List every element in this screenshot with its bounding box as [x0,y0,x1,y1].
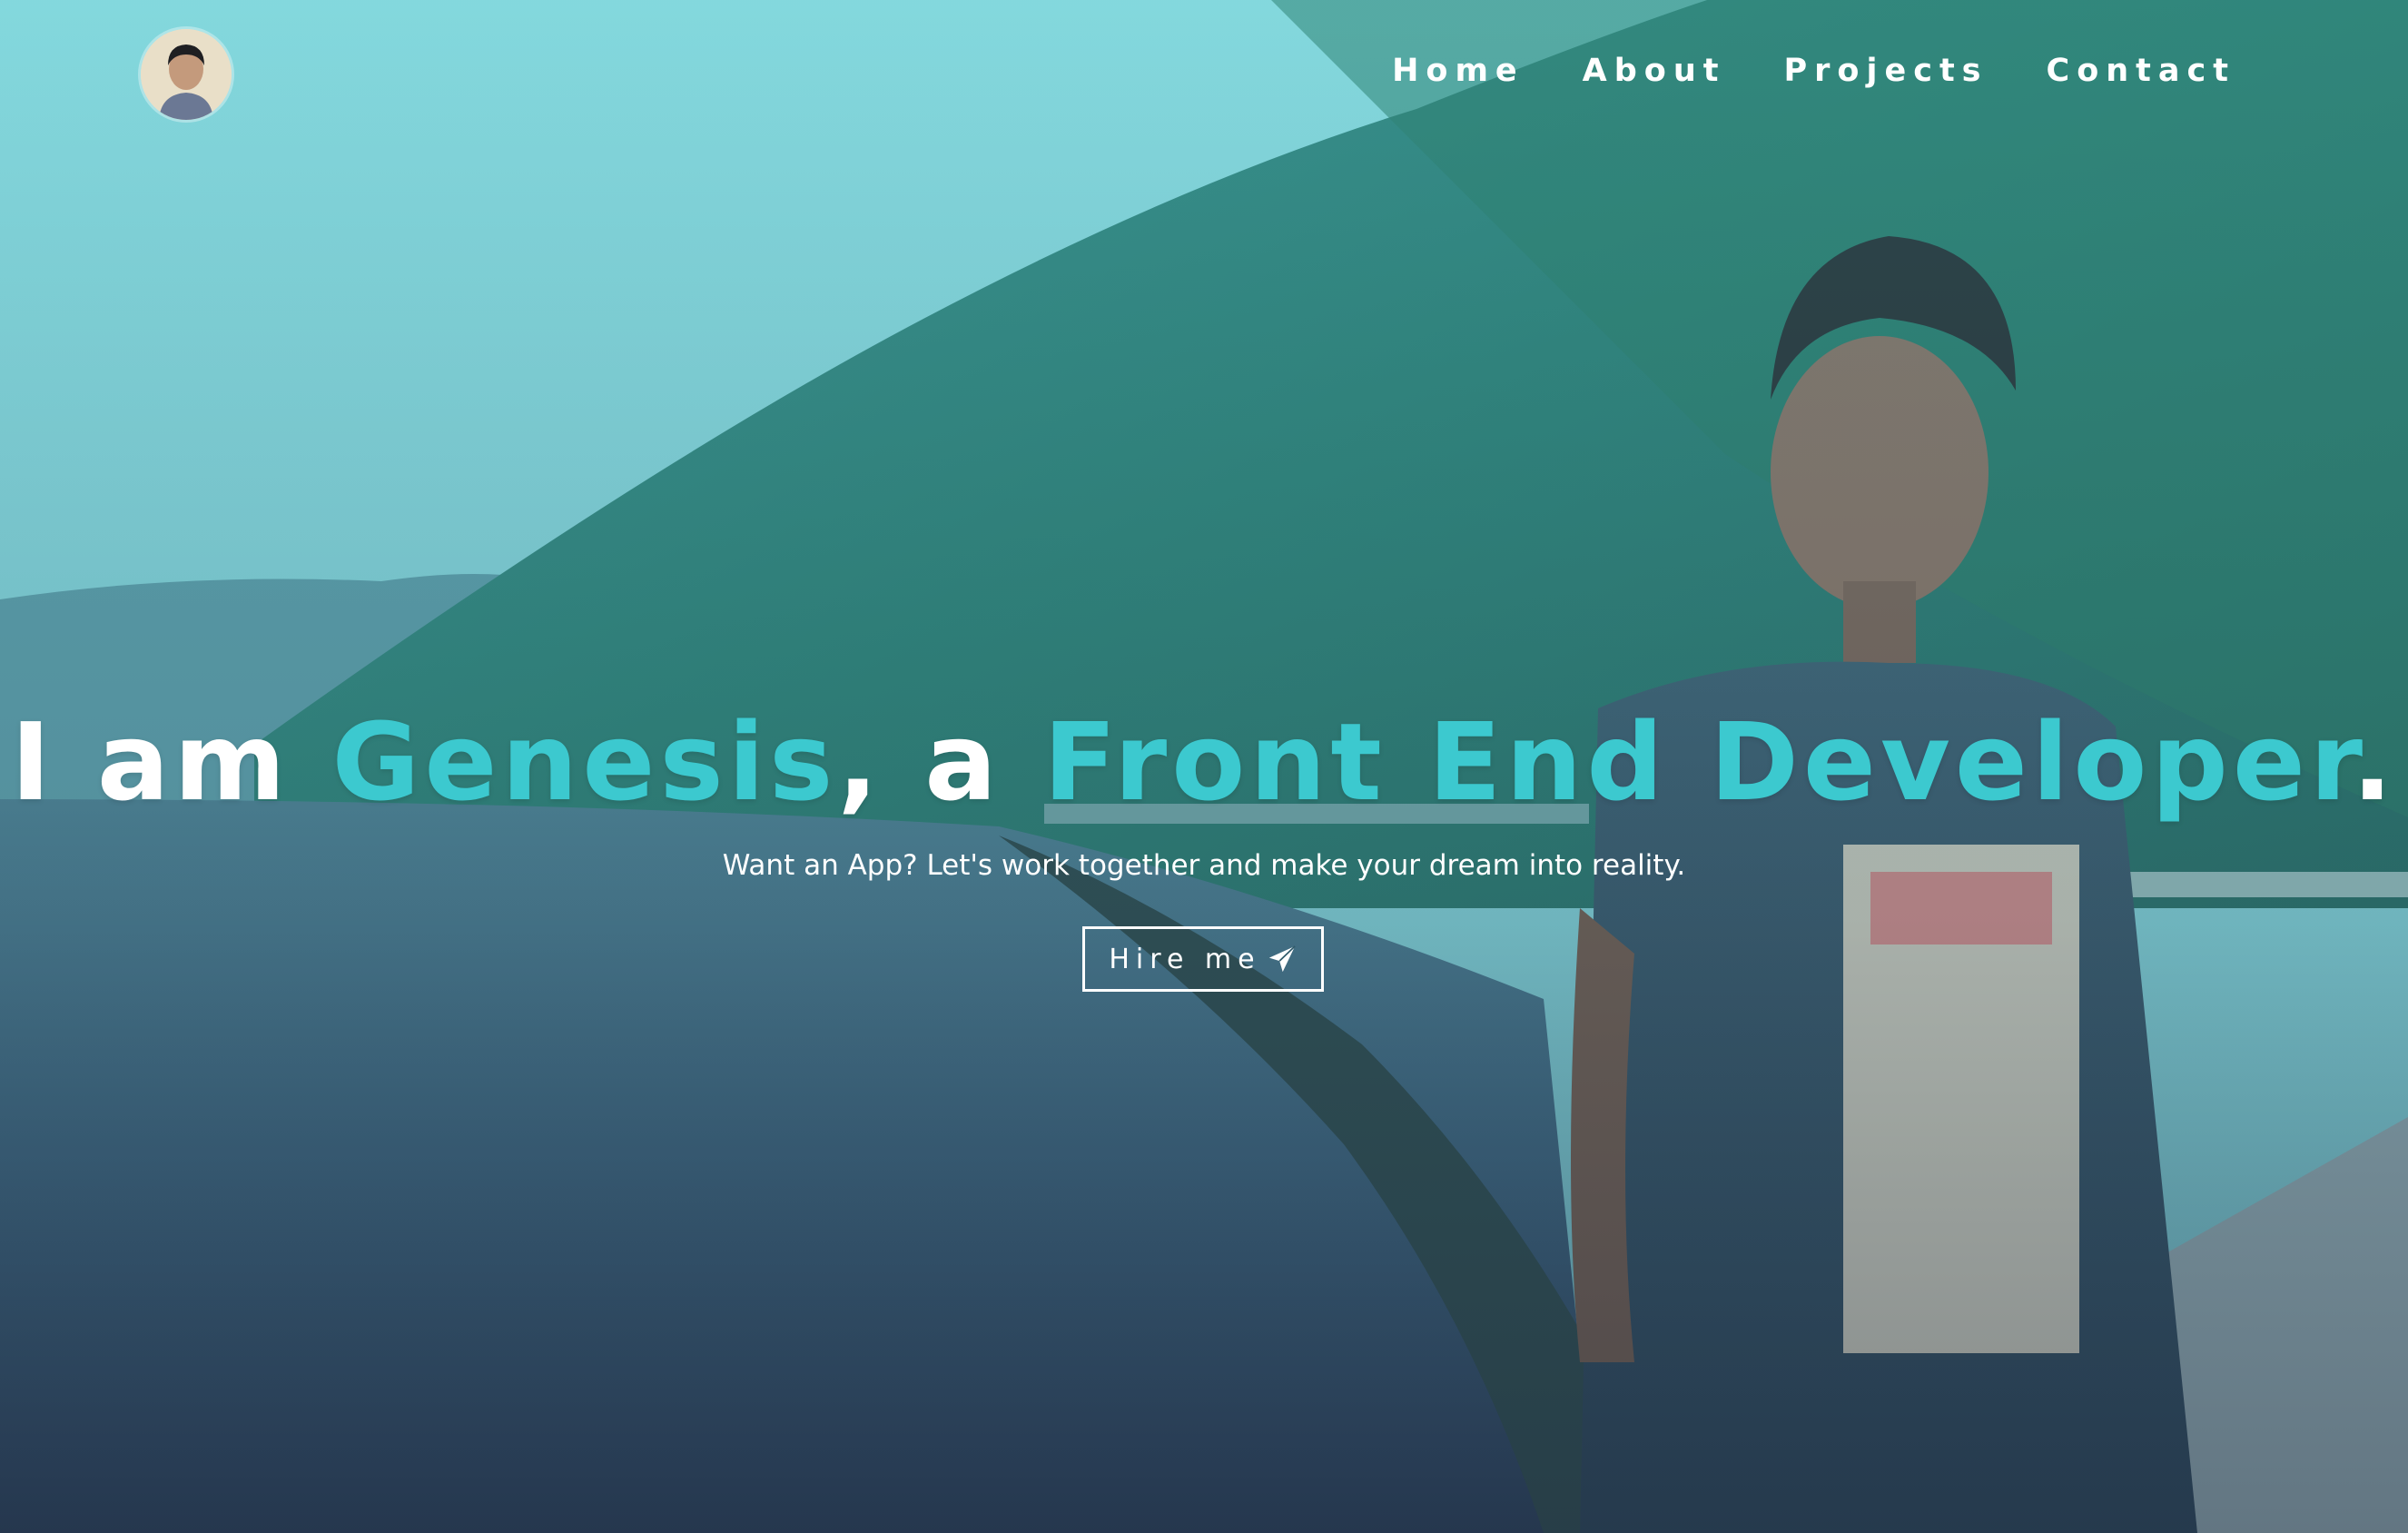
nav-link-about[interactable]: About [1583,53,1726,89]
headline-name: Genesis [331,699,838,825]
nav-link-home[interactable]: Home [1392,53,1525,89]
hire-me-button[interactable]: Hire me [1082,926,1324,992]
paper-plane-icon [1267,944,1298,974]
headline-intro-text: I am [10,699,332,825]
headline-connector-text: , a [837,699,1043,825]
hero-subtitle: Want an App? Let's work together and mak… [722,849,1686,882]
headline-role: Front End Developer [1043,699,2353,825]
nav-link-contact[interactable]: Contact [2047,53,2235,89]
nav-link-projects[interactable]: Projects [1784,53,1989,89]
headline-period: . [2352,699,2398,825]
navbar: Home About Projects Contact [0,0,2408,154]
hero-headline: I am Genesis, a Front End Developer. [0,699,2408,825]
avatar[interactable] [141,29,232,120]
nav-links: Home About Projects Contact [1334,53,2235,89]
hire-me-label: Hire me [1109,943,1261,975]
hero-section: Home About Projects Contact I am Genesis… [0,0,2408,1533]
avatar-portrait-icon [141,29,232,120]
